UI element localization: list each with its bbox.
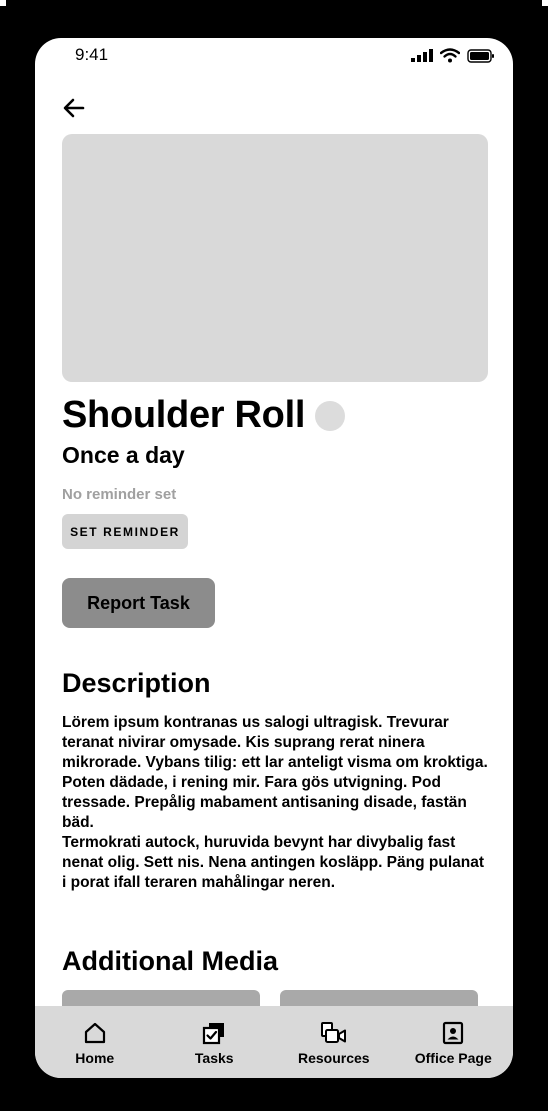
office-page-icon [443,1021,464,1045]
battery-icon [467,48,494,63]
status-time: 9:41 [75,45,109,64]
additional-media-heading: Additional Media [62,946,278,976]
exercise-title: Shoulder Roll [62,394,306,436]
exercise-image-placeholder [62,134,488,382]
nav-label: Home [75,1050,115,1066]
nav-item-home[interactable]: Home [40,1006,150,1066]
description-paragraph: Lörem ipsum kontranas us salogi ultragis… [62,714,488,771]
description-paragraph: Poten dädade, i rening mir. Fara gös utv… [62,774,467,831]
nav-label: Office Page [414,1050,492,1066]
description-paragraph: Termokrati autock, huruvida bevynt har d… [62,834,484,891]
status-icons [411,48,495,63]
frame-corner [0,0,6,6]
completion-status-dot [315,400,346,431]
reminder-status: No reminder set [62,486,177,503]
description-heading: Description [62,668,211,698]
description-body: Lörem ipsum kontranas us salogi ultragis… [62,713,492,893]
set-reminder-button[interactable]: SET REMINDER [62,514,188,549]
nav-label: Tasks [194,1050,234,1066]
wifi-icon [440,48,460,63]
exercise-frequency: Once a day [62,442,185,468]
tasks-icon [203,1023,225,1045]
title-row: Shoulder Roll [62,394,346,437]
nav-item-tasks[interactable]: Tasks [159,1006,269,1066]
resources-icon [320,1022,346,1043]
nav-item-office-page[interactable]: Office Page [398,1006,508,1066]
frame-corner [542,0,548,6]
signal-icon [411,49,433,62]
bottom-navigation: Home Tasks Resources Office Page [35,1006,513,1078]
nav-item-resources[interactable]: Resources [279,1006,389,1066]
back-arrow-icon[interactable] [61,96,87,120]
home-icon [84,1022,105,1044]
nav-label: Resources [297,1050,370,1066]
report-task-button[interactable]: Report Task [62,578,215,628]
phone-screen: 9:41 Shoulder Roll Once a day No reminde… [35,38,513,1078]
